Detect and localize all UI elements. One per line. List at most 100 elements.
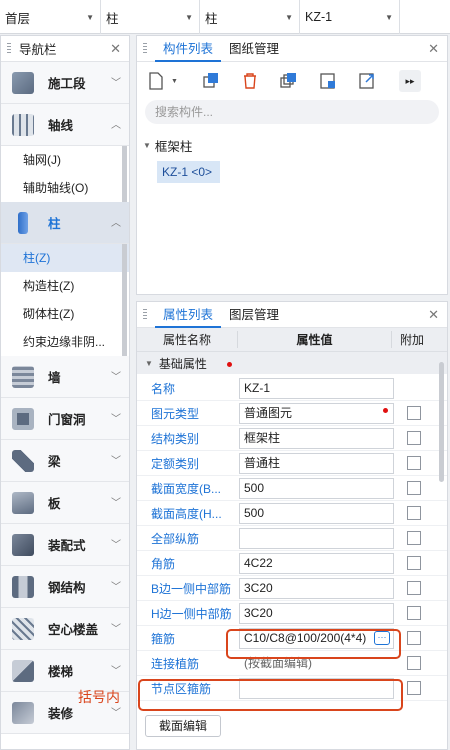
copy-button[interactable] [198, 70, 224, 92]
property-value-field[interactable]: 3C20 [239, 577, 394, 599]
tree-item-kz1[interactable]: KZ-1 <0> [157, 161, 220, 183]
component-search-input[interactable]: 搜索构件... [145, 100, 439, 124]
nav-item-column[interactable]: 柱 ︿ [1, 202, 129, 244]
filter-button[interactable] [315, 70, 341, 92]
property-value-field[interactable]: 普通柱 [239, 452, 394, 474]
required-dot-icon [227, 362, 232, 367]
grid-icon [12, 113, 34, 136]
checkbox[interactable] [407, 681, 421, 695]
header-property-value: 属性值 [237, 331, 392, 348]
property-value-field[interactable]: 框架柱 [239, 427, 394, 449]
property-scrollbar[interactable] [439, 362, 444, 482]
export-button[interactable] [354, 70, 380, 92]
chevron-down-icon: ﹀ [111, 624, 121, 635]
nav-item-door-window[interactable]: 门窗洞 ﹀ [1, 398, 129, 440]
property-value-field[interactable] [239, 527, 394, 549]
copy-floor-button[interactable] [276, 70, 302, 92]
property-value-field[interactable]: 4C22 [239, 552, 394, 574]
tree-group[interactable]: ▼ 框架柱 [137, 124, 447, 155]
drag-handle-icon[interactable] [143, 308, 147, 321]
drag-handle-icon[interactable] [7, 42, 11, 55]
checkbox[interactable] [407, 456, 421, 470]
checkbox[interactable] [407, 606, 421, 620]
property-group-basic[interactable]: ▼ 基础属性 [137, 352, 447, 374]
close-icon[interactable]: ✕ [428, 307, 439, 323]
section-edit-button[interactable]: 截面编辑 [145, 715, 221, 737]
property-value-field[interactable]: 500 [239, 502, 394, 524]
nav-item-label: 楼梯 [48, 665, 74, 679]
chevron-down-icon: ﹀ [111, 414, 121, 425]
delete-button[interactable] [237, 70, 263, 92]
checkbox[interactable] [407, 481, 421, 495]
nav-item-hollow-floor[interactable]: 空心楼盖 ﹀ [1, 608, 129, 650]
checkbox[interactable] [407, 431, 421, 445]
nav-item-steel[interactable]: 钢结构 ﹀ [1, 566, 129, 608]
property-value-field[interactable]: 普通图元 [239, 402, 394, 424]
caret-down-icon: ▼ [143, 141, 151, 150]
checkbox[interactable] [407, 581, 421, 595]
drag-handle-icon[interactable] [143, 42, 147, 55]
segment-icon [12, 71, 34, 94]
nav-item-label: 装修 [48, 707, 74, 721]
column-icon [18, 211, 28, 234]
chevron-down-icon: ▼ [185, 12, 193, 22]
nav-item-slab[interactable]: 板 ﹀ [1, 482, 129, 524]
nav-subitem-aux-axis[interactable]: 辅助轴线(O) [1, 174, 129, 202]
property-titlebar: 属性列表 图层管理 ✕ [137, 302, 447, 328]
type-dropdown[interactable]: 柱 ▼ [200, 0, 300, 34]
type-value: 柱 [205, 11, 218, 26]
nav-item-prefab[interactable]: 装配式 ﹀ [1, 524, 129, 566]
checkbox[interactable] [407, 556, 421, 570]
property-name: 结构类别 [151, 431, 200, 446]
checkbox[interactable] [407, 506, 421, 520]
property-name: 图元类型 [151, 406, 200, 421]
floor-value: 首层 [5, 11, 31, 26]
tab-drawing-management[interactable]: 图纸管理 [221, 36, 287, 62]
table-row: 全部纵筋 [137, 526, 447, 551]
close-icon[interactable]: ✕ [110, 41, 121, 57]
tab-property-list[interactable]: 属性列表 [155, 302, 222, 328]
table-row: H边一侧中部筋 3C20 [137, 601, 447, 626]
nav-item-label: 施工段 [48, 77, 86, 91]
property-value-text: 普通图元 [244, 405, 293, 420]
tab-component-list[interactable]: 构件列表 [155, 36, 222, 62]
nav-subitem-axis-grid[interactable]: 轴网(J) [1, 146, 129, 174]
nav-item-stairs[interactable]: 楼梯 ﹀ [1, 650, 129, 692]
property-name: 截面高度(H... [151, 506, 222, 521]
property-value-field[interactable]: 500 [239, 477, 394, 499]
nav-item-beam[interactable]: 梁 ﹀ [1, 440, 129, 482]
caret-down-icon: ▼ [145, 358, 153, 368]
checkbox[interactable] [407, 656, 421, 670]
more-button[interactable]: ▸▸ [399, 70, 421, 92]
node-stirrup-highlight-box [138, 679, 403, 711]
nav-item-wall[interactable]: 墙 ﹀ [1, 356, 129, 398]
nav-subitem-column-z[interactable]: 柱(Z) [1, 244, 129, 272]
element-dropdown[interactable]: KZ-1 ▼ [300, 0, 400, 34]
close-icon[interactable]: ✕ [428, 41, 439, 57]
nav-item-label: 柱 [48, 217, 61, 231]
property-name: 定额类别 [151, 456, 200, 471]
tab-layer-management[interactable]: 图层管理 [221, 302, 287, 328]
checkbox[interactable] [407, 531, 421, 545]
steel-icon [12, 575, 34, 598]
nav-subitem-constructional-column[interactable]: 构造柱(Z) [1, 272, 129, 300]
category-dropdown[interactable]: 柱 ▼ [101, 0, 200, 34]
new-component-button[interactable]: ▼ [147, 70, 185, 92]
property-value-field[interactable]: KZ-1 [239, 377, 394, 399]
nav-item-construction-segment[interactable]: 施工段 ﹀ [1, 62, 129, 104]
nav-subitem-masonry-column[interactable]: 砌体柱(Z) [1, 300, 129, 328]
checkbox[interactable] [407, 631, 421, 645]
nav-item-axis[interactable]: 轴线 ︿ [1, 104, 129, 146]
stirrup-highlight-box [226, 629, 401, 659]
checkbox[interactable] [407, 406, 421, 420]
table-row: 截面宽度(B... 500 [137, 476, 447, 501]
property-name: 箍筋 [151, 631, 176, 646]
nav-item-label: 轴线 [48, 119, 74, 133]
property-value-field[interactable]: 3C20 [239, 602, 394, 624]
floor-dropdown[interactable]: 首层 ▼ [0, 0, 101, 34]
chevron-down-icon: ▼ [86, 12, 94, 22]
component-toolbar: ▼ ▸▸ [137, 62, 447, 92]
nav-subitem-boundary-column[interactable]: 约束边缘非阴... [1, 328, 129, 356]
chevron-up-icon: ︿ [111, 218, 121, 229]
chevron-down-icon: ﹀ [111, 498, 121, 509]
